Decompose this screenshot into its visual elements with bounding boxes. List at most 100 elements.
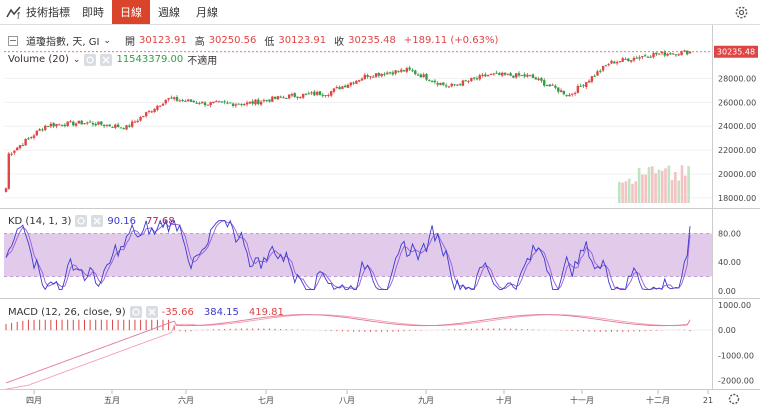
month-label: 21 bbox=[703, 396, 713, 405]
candle-body bbox=[635, 57, 638, 59]
candle-body bbox=[102, 124, 106, 127]
candle-body bbox=[192, 100, 196, 103]
last-price-label: 30235.48 bbox=[717, 48, 755, 57]
candle-body bbox=[450, 83, 453, 87]
candle-body bbox=[206, 104, 210, 106]
candle-body bbox=[220, 101, 224, 103]
candle-body bbox=[388, 72, 392, 74]
remove-icon[interactable] bbox=[91, 215, 104, 227]
candle-body bbox=[472, 77, 476, 79]
candle-body bbox=[88, 121, 92, 123]
candle-body bbox=[223, 101, 226, 103]
candle-body bbox=[444, 85, 448, 87]
macd-tick-label: -1000.00 bbox=[718, 351, 754, 360]
candle-body bbox=[408, 67, 411, 70]
candle-body bbox=[529, 75, 532, 77]
candle-body bbox=[139, 117, 142, 121]
candle-body bbox=[77, 120, 81, 124]
symbol-name[interactable]: 道瓊指數, 天, GI bbox=[26, 33, 99, 48]
d-line bbox=[5, 220, 691, 291]
tab-3[interactable]: 月線 bbox=[188, 0, 226, 24]
open-label: 開 bbox=[124, 37, 135, 48]
high-label: 高 bbox=[194, 37, 205, 48]
candle-body bbox=[7, 153, 11, 189]
candle-body bbox=[234, 104, 238, 106]
tab-1[interactable]: 日線 bbox=[112, 0, 150, 24]
candle-body bbox=[613, 61, 616, 64]
chevron-down-icon[interactable]: ⌄ bbox=[73, 55, 81, 65]
candle-body bbox=[265, 99, 268, 101]
candle-body bbox=[116, 124, 120, 128]
candle-body bbox=[498, 73, 501, 75]
candle-body bbox=[332, 88, 336, 92]
candle-body bbox=[24, 139, 27, 146]
macd-line bbox=[5, 314, 691, 384]
remove-icon[interactable] bbox=[145, 306, 158, 318]
candle-body bbox=[212, 101, 215, 104]
kd-k-value: 90.16 bbox=[107, 215, 137, 227]
candle-body bbox=[629, 60, 633, 62]
candle-body bbox=[540, 78, 543, 81]
volume-bar bbox=[634, 181, 638, 203]
candle-body bbox=[649, 56, 652, 58]
candle-body bbox=[576, 85, 580, 93]
candle-body bbox=[414, 70, 417, 75]
indicator-menu[interactable]: ƒ 技術指標 bbox=[6, 4, 70, 20]
macd-label[interactable]: MACD (12, 26, close, 9) bbox=[8, 307, 126, 318]
candle-body bbox=[122, 128, 125, 130]
candle-body bbox=[514, 73, 518, 78]
candle-body bbox=[484, 74, 487, 77]
svg-text:ƒ: ƒ bbox=[16, 11, 20, 19]
candle-body bbox=[55, 124, 58, 127]
candle-body bbox=[559, 90, 563, 93]
candle-body bbox=[677, 54, 680, 56]
remove-icon[interactable] bbox=[100, 53, 113, 66]
candle-body bbox=[44, 125, 47, 131]
volume-bar bbox=[654, 173, 657, 203]
candle-body bbox=[237, 103, 240, 105]
candle-body bbox=[321, 94, 324, 96]
candle-body bbox=[674, 54, 678, 56]
candle-body bbox=[69, 121, 72, 123]
candle-body bbox=[638, 57, 641, 59]
price-tick-label: 18000.00 bbox=[718, 194, 756, 203]
month-label: 四月 bbox=[26, 396, 42, 405]
candle-body bbox=[38, 129, 41, 131]
visibility-icon[interactable] bbox=[129, 306, 142, 318]
month-label: 十二月 bbox=[646, 395, 670, 405]
candle-body bbox=[209, 102, 212, 106]
visibility-icon[interactable] bbox=[84, 53, 97, 66]
tab-2[interactable]: 週線 bbox=[150, 0, 188, 24]
candle-body bbox=[442, 82, 445, 85]
tab-0[interactable]: 即時 bbox=[74, 0, 112, 24]
kd-d-value: 77.68 bbox=[146, 215, 175, 227]
axis-settings-icon bbox=[728, 393, 740, 405]
candle-body bbox=[683, 50, 686, 52]
candle-body bbox=[181, 100, 184, 102]
kd-label[interactable]: KD (14, 1, 3) bbox=[8, 216, 71, 227]
candle-body bbox=[358, 80, 361, 82]
candle-body bbox=[35, 130, 39, 136]
price-tick-label: 22000.00 bbox=[718, 146, 756, 155]
settings-gear-icon[interactable] bbox=[734, 5, 749, 20]
candle-body bbox=[573, 92, 577, 94]
volume-label[interactable]: Volume (20) bbox=[8, 54, 69, 65]
high-value: 30250.56 bbox=[208, 35, 257, 46]
candle-body bbox=[80, 120, 83, 125]
candle-body bbox=[201, 101, 204, 104]
candle-body bbox=[187, 99, 190, 102]
candle-body bbox=[248, 101, 252, 104]
volume-bar bbox=[651, 166, 654, 203]
last-price-tag bbox=[714, 45, 758, 58]
volume-bar bbox=[670, 180, 674, 203]
candle-body bbox=[175, 96, 179, 101]
price-legend: 道瓊指數, 天, GI ⌄ 開 30123.91 高 30250.56 低 30123… bbox=[8, 33, 498, 48]
candle-body bbox=[16, 147, 19, 151]
collapse-icon[interactable] bbox=[8, 35, 18, 46]
chevron-down-icon[interactable]: ⌄ bbox=[103, 36, 111, 46]
macd-tick-label: -2000.00 bbox=[718, 376, 754, 385]
timeframe-tabs: 即時 日線 週線 月線 bbox=[74, 0, 226, 24]
visibility-icon[interactable] bbox=[75, 215, 88, 227]
macd-tick-label: 0.00 bbox=[718, 326, 736, 335]
candle-body bbox=[91, 123, 95, 125]
